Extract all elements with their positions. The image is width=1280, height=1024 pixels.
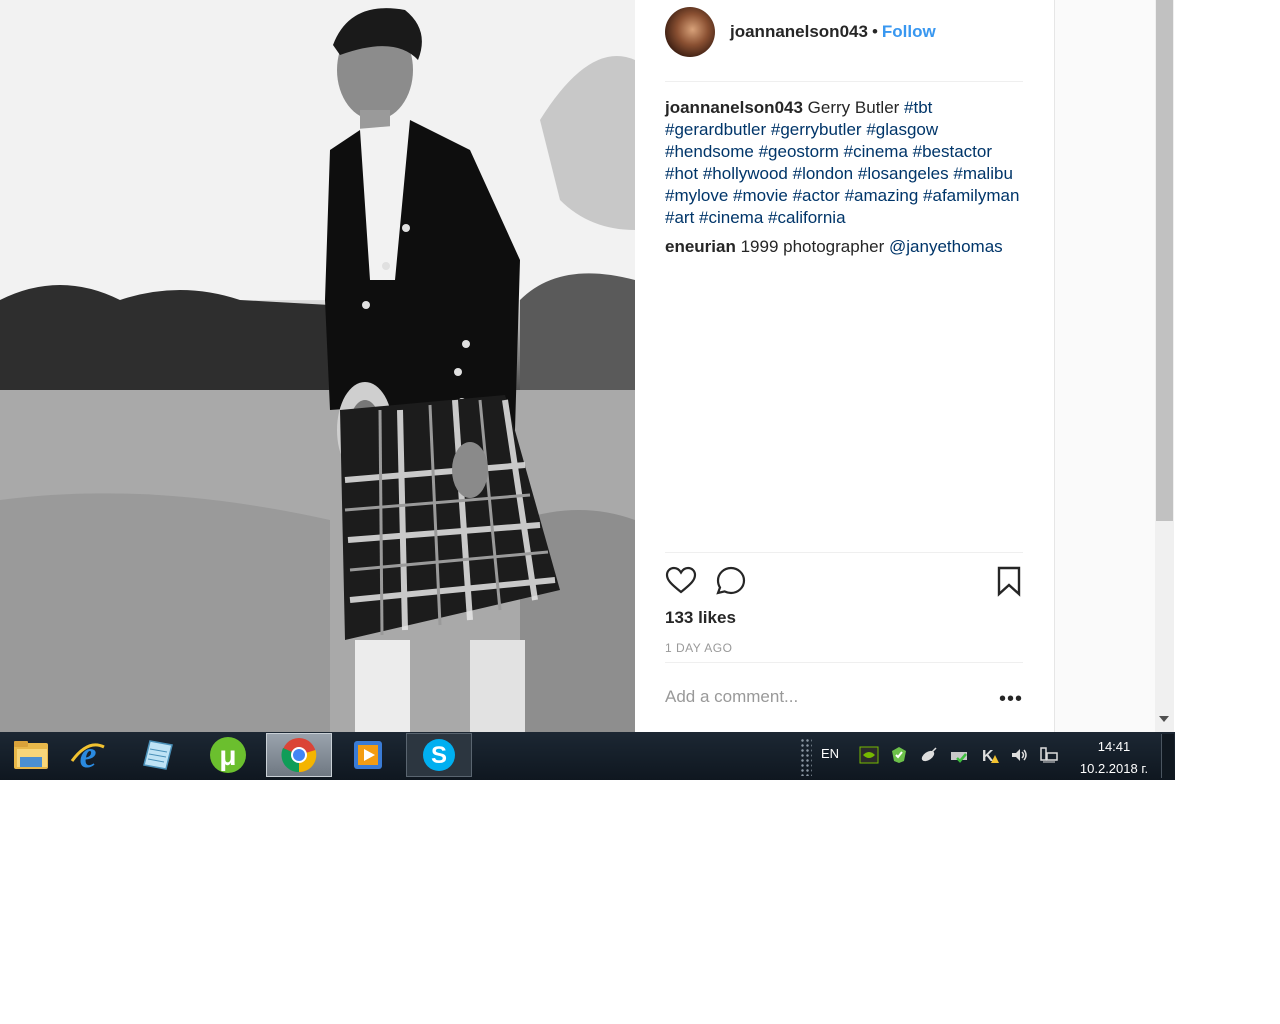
usb-safely-remove-icon[interactable] [949,745,969,765]
hashtag[interactable]: #bestactor [913,142,992,161]
hashtag[interactable]: #losangeles [858,164,949,183]
vertical-scrollbar[interactable] [1155,0,1174,732]
hashtag[interactable]: #hot [665,164,698,183]
taskbar-utorrent[interactable]: μ [196,733,260,777]
likes-count[interactable]: 133 likes [665,608,736,628]
folder-icon [14,741,48,769]
hashtag[interactable]: #gerardbutler [665,120,766,139]
more-options-icon[interactable]: ••• [999,689,1023,709]
taskbar-notepad[interactable] [126,733,190,777]
username-link[interactable]: joannanelson043 [730,22,868,41]
add-comment-input[interactable] [665,687,965,707]
comment-username[interactable]: eneurian [665,237,736,256]
internet-explorer-icon: e [70,735,105,775]
hashtag[interactable]: #art [665,208,694,227]
kaspersky-warning-icon[interactable]: K [979,745,999,765]
post-actions: 133 likes 1 DAY AGO [665,552,1023,663]
hashtag-list: #gerardbutler #gerrybutler #glasgow #hen… [665,120,1019,227]
hashtag[interactable]: #hollywood [703,164,788,183]
hashtag[interactable]: #hendsome [665,142,754,161]
photo-illustration [0,0,635,732]
show-desktop-button[interactable] [1161,734,1174,778]
add-comment-bar: ••• [665,662,1023,733]
taskbar-media-player[interactable] [336,733,400,777]
clock-time[interactable]: 14:41 [1076,739,1152,754]
hashtag[interactable]: #tbt [904,98,932,117]
satellite-icon[interactable] [919,745,939,765]
toolbar-grip[interactable] [800,738,812,776]
svg-text:S: S [431,742,447,769]
hashtag[interactable]: #afamilyman [923,186,1019,205]
comment-text: 1999 photographer [740,237,885,256]
avatar[interactable] [665,7,715,57]
scroll-down-arrow-icon[interactable] [1159,716,1169,722]
post-caption: joannanelson043 Gerry Butler #tbt #gerar… [665,97,1025,229]
post-timestamp: 1 DAY AGO [665,641,733,655]
media-player-icon [354,741,382,769]
hashtag[interactable]: #london [793,164,854,183]
comment-bubble-icon[interactable] [715,565,747,597]
follow-button[interactable]: Follow [882,22,936,41]
hashtag[interactable]: #malibu [953,164,1013,183]
svg-text:μ: μ [219,740,236,771]
hashtag[interactable]: #mylove [665,186,728,205]
comment-item: eneurian 1999 photographer @janyethomas [665,236,1025,258]
hashtag[interactable]: #gerrybutler [771,120,862,139]
windows-taskbar: e μ S EN K 14:41 10.2.2018 г. [0,732,1175,780]
page-gutter [1055,0,1155,732]
bookmark-icon[interactable] [993,565,1025,597]
security-shield-icon[interactable] [889,745,909,765]
post-photo[interactable] [0,0,635,732]
caption-text: Gerry Butler [807,98,900,117]
hashtag[interactable]: #cinema [699,208,763,227]
post-details-panel: joannanelson043 • Follow joannanelson043 G… [635,0,1055,732]
taskbar-skype[interactable]: S [406,733,472,777]
skype-icon: S [423,739,455,771]
taskbar-file-explorer[interactable] [0,733,64,777]
hashtag[interactable]: #actor [793,186,840,205]
utorrent-icon: μ [210,737,246,773]
notepad-icon [143,740,173,770]
nvidia-icon[interactable] [859,745,879,765]
post-header-line: joannanelson043 • Follow [730,22,936,42]
clock-date[interactable]: 10.2.2018 г. [1070,761,1158,776]
volume-icon[interactable] [1009,745,1029,765]
chrome-icon [281,738,317,773]
hashtag[interactable]: #california [768,208,846,227]
taskbar-internet-explorer[interactable]: e [56,733,120,777]
separator-dot: • [871,22,878,41]
hashtag[interactable]: #amazing [845,186,919,205]
hashtag[interactable]: #cinema [844,142,908,161]
caption-username[interactable]: joannanelson043 [665,98,803,117]
hashtag[interactable]: #movie [733,186,788,205]
svg-text:e: e [80,735,97,775]
language-indicator[interactable]: EN [821,746,839,761]
hashtag[interactable]: #geostorm [759,142,839,161]
hashtag[interactable]: #glasgow [866,120,938,139]
scrollbar-thumb[interactable] [1156,0,1173,521]
post-header: joannanelson043 • Follow [665,0,1023,82]
taskbar-chrome[interactable] [266,733,332,777]
like-heart-icon[interactable] [665,565,697,597]
comment-mention[interactable]: @janyethomas [889,237,1003,256]
network-icon[interactable] [1039,745,1059,765]
